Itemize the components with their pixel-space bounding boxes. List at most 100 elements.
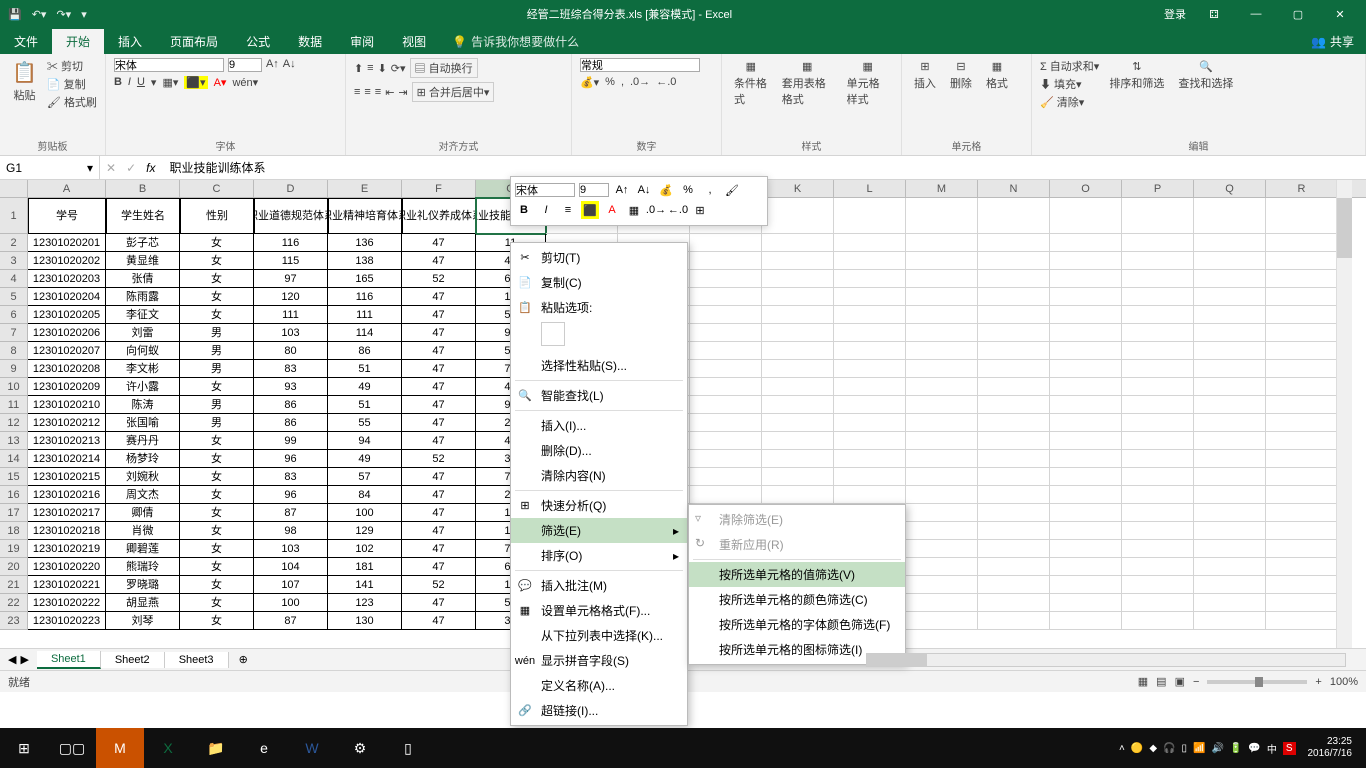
data-cell[interactable]: 12301020213 [28,432,106,450]
row-header[interactable]: 3 [0,252,28,270]
empty-cell[interactable] [762,324,834,342]
data-cell[interactable]: 47 [402,414,476,432]
mini-font-size[interactable] [579,183,609,197]
empty-cell[interactable] [978,360,1050,378]
empty-cell[interactable] [834,234,906,252]
empty-cell[interactable] [1122,414,1194,432]
data-cell[interactable]: 肖微 [106,522,180,540]
data-cell[interactable]: 赛丹丹 [106,432,180,450]
data-cell[interactable]: 83 [254,468,328,486]
empty-cell[interactable] [834,324,906,342]
empty-cell[interactable] [1122,540,1194,558]
row-header[interactable]: 4 [0,270,28,288]
empty-cell[interactable] [1266,450,1338,468]
data-cell[interactable]: 12301020222 [28,594,106,612]
mini-font-color-icon[interactable]: A [603,201,621,219]
empty-cell[interactable] [834,252,906,270]
orientation-icon[interactable]: ⟳▾ [391,62,406,75]
empty-cell[interactable] [906,414,978,432]
data-cell[interactable]: 47 [402,468,476,486]
empty-cell[interactable] [906,342,978,360]
data-cell[interactable]: 103 [254,324,328,342]
empty-cell[interactable] [1194,504,1266,522]
empty-cell[interactable] [834,306,906,324]
empty-cell[interactable] [1122,450,1194,468]
cm-cut[interactable]: ✂剪切(T) [511,245,687,270]
empty-cell[interactable] [1122,252,1194,270]
col-header[interactable]: F [402,180,476,197]
data-cell[interactable]: 47 [402,504,476,522]
row-header[interactable]: 15 [0,468,28,486]
formula-input[interactable]: 职业技能训练体系 [161,159,265,176]
empty-cell[interactable] [1266,324,1338,342]
empty-cell[interactable] [834,486,906,504]
row-header[interactable]: 11 [0,396,28,414]
data-cell[interactable]: 12301020212 [28,414,106,432]
row-header[interactable]: 5 [0,288,28,306]
data-cell[interactable]: 熊瑞玲 [106,558,180,576]
data-cell[interactable]: 12301020223 [28,612,106,630]
empty-cell[interactable] [1050,396,1122,414]
share-button[interactable]: 👥共享 [1299,29,1366,54]
empty-cell[interactable] [906,198,978,234]
data-cell[interactable]: 104 [254,558,328,576]
ribbon-options-icon[interactable]: ⚃ [1200,4,1228,24]
minimize-icon[interactable]: — [1242,4,1270,24]
sort-filter-button[interactable]: ⇅排序和筛选 [1105,58,1168,93]
data-cell[interactable]: 12301020221 [28,576,106,594]
empty-cell[interactable] [690,252,762,270]
data-cell[interactable]: 47 [402,540,476,558]
row-header[interactable]: 8 [0,342,28,360]
col-header[interactable]: L [834,180,906,197]
data-cell[interactable]: 138 [328,252,402,270]
data-cell[interactable]: 女 [180,450,254,468]
data-cell[interactable]: 47 [402,486,476,504]
col-header[interactable]: N [978,180,1050,197]
sheet-tab[interactable]: Sheet3 [165,652,229,668]
mini-italic-icon[interactable]: I [537,201,555,219]
empty-cell[interactable] [978,522,1050,540]
empty-cell[interactable] [1194,414,1266,432]
empty-cell[interactable] [978,378,1050,396]
empty-cell[interactable] [1266,522,1338,540]
data-cell[interactable]: 52 [402,270,476,288]
explorer-icon[interactable]: 📁 [192,728,240,768]
align-center-icon[interactable]: ≡ [364,86,370,98]
data-cell[interactable]: 116 [254,234,328,252]
empty-cell[interactable] [690,342,762,360]
empty-cell[interactable] [1194,342,1266,360]
sm-filter-by-color[interactable]: 按所选单元格的颜色筛选(C) [689,587,905,612]
comma-icon[interactable]: , [621,76,624,89]
phonetic-button[interactable]: wén▾ [232,76,258,89]
col-header[interactable]: K [762,180,834,197]
data-cell[interactable]: 陈涛 [106,396,180,414]
empty-cell[interactable] [690,324,762,342]
empty-cell[interactable] [1266,558,1338,576]
col-header[interactable]: M [906,180,978,197]
paste-button[interactable]: 📋粘贴 [8,58,41,105]
edge-icon[interactable]: e [240,728,288,768]
sm-filter-by-font-color[interactable]: 按所选单元格的字体颜色筛选(F) [689,612,905,637]
cm-clear[interactable]: 清除内容(N) [511,463,687,488]
header-cell[interactable]: 学生姓名 [106,198,180,234]
col-header[interactable]: P [1122,180,1194,197]
empty-cell[interactable] [906,540,978,558]
empty-cell[interactable] [906,504,978,522]
empty-cell[interactable] [762,378,834,396]
empty-cell[interactable] [978,540,1050,558]
accounting-icon[interactable]: 💰▾ [580,76,599,89]
row-header[interactable]: 2 [0,234,28,252]
fill-color-button[interactable]: ⬛▾ [184,76,207,89]
empty-cell[interactable] [762,360,834,378]
data-cell[interactable]: 女 [180,558,254,576]
empty-cell[interactable] [1194,288,1266,306]
cm-copy[interactable]: 📄复制(C) [511,270,687,295]
mini-increase-font-icon[interactable]: A↑ [613,181,631,199]
align-right-icon[interactable]: ≡ [375,86,381,98]
empty-cell[interactable] [978,468,1050,486]
empty-cell[interactable] [1194,486,1266,504]
data-cell[interactable]: 111 [254,306,328,324]
empty-cell[interactable] [1122,378,1194,396]
empty-cell[interactable] [1122,486,1194,504]
empty-cell[interactable] [834,342,906,360]
